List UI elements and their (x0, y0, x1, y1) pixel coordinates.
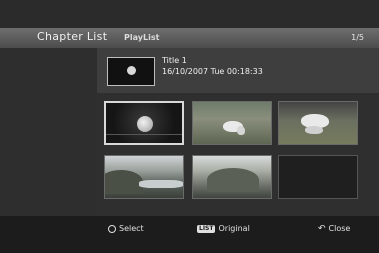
thumbnail-white-horse[interactable] (278, 101, 358, 145)
moon-image (127, 66, 136, 75)
horizon-line (106, 134, 182, 135)
thumbnail-empty[interactable] (278, 155, 358, 199)
thumbnail-river-landscape[interactable] (104, 155, 184, 199)
horse-legs-image (305, 126, 323, 134)
horse-head-image (237, 126, 245, 135)
close-label: Close (328, 224, 351, 233)
circle-icon (108, 224, 116, 233)
moon-image (137, 116, 153, 132)
page-subtitle: PlayList (124, 33, 160, 42)
select-label: Select (119, 224, 144, 233)
original-hint[interactable]: LIST Original (197, 224, 250, 233)
list-button-icon: LIST (197, 224, 216, 233)
hill-image (105, 170, 143, 194)
left-pane (0, 48, 97, 216)
title-preview-thumbnail (107, 57, 155, 86)
return-icon: ↶ (318, 223, 326, 234)
title-name: Title 1 (162, 56, 187, 65)
header-bar: Chapter List PlayList 1/5 (0, 28, 379, 48)
river-image (139, 180, 183, 188)
select-hint[interactable]: Select (108, 224, 144, 233)
title-info-panel: Title 1 16/10/2007 Tue 00:18:33 (97, 48, 379, 93)
page-title: Chapter List (37, 30, 108, 43)
thumbnail-moon[interactable] (104, 101, 184, 145)
chapter-grid (97, 93, 379, 216)
footer-bar: Select LIST Original ↶ Close (0, 216, 379, 253)
title-date-time: 16/10/2007 Tue 00:18:33 (162, 67, 263, 76)
original-label: Original (218, 224, 250, 233)
rock-image (207, 168, 259, 192)
page-indicator: 1/5 (351, 33, 364, 42)
thumbnail-horse-grazing[interactable] (192, 101, 272, 145)
close-hint[interactable]: ↶ Close (318, 224, 350, 233)
thumbnail-rock-landscape[interactable] (192, 155, 272, 199)
chapter-list-screen: Chapter List PlayList 1/5 Title 1 16/10/… (0, 0, 379, 253)
